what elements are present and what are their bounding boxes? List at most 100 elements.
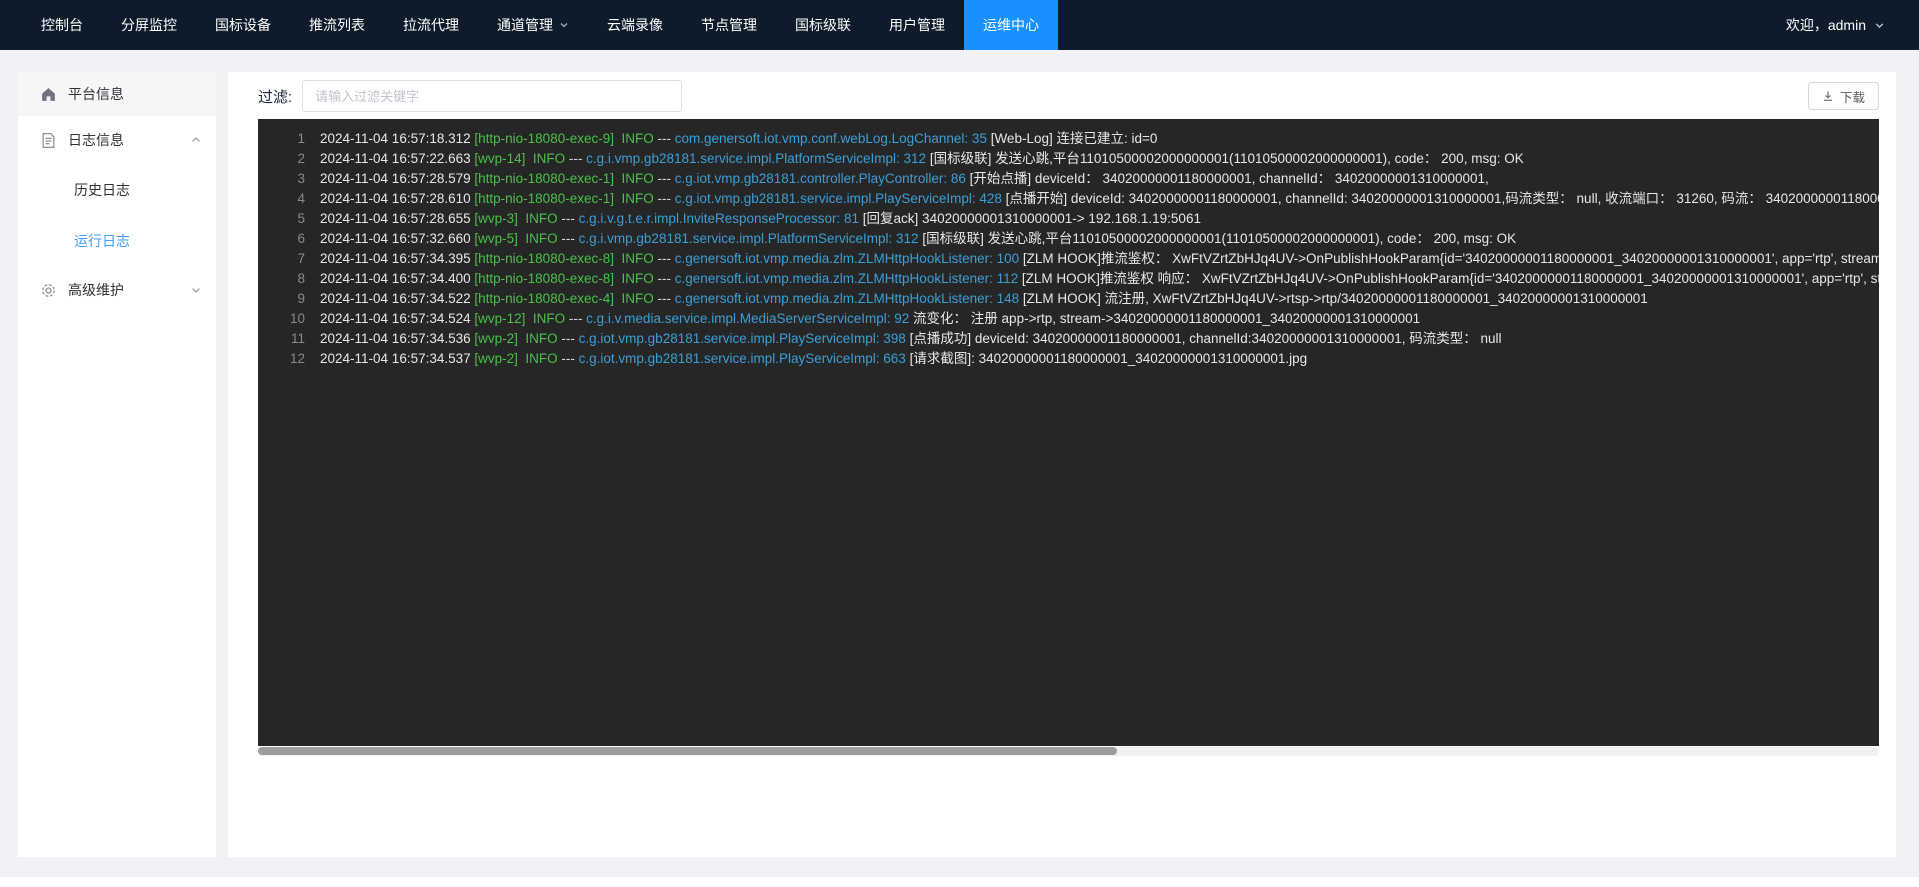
log-time: 2024-11-04 16:57:22.663 — [320, 151, 474, 166]
log-msg: [国标级联] 发送心跳,平台11010500002000000001(11010… — [922, 231, 1516, 246]
log-level: INFO — [525, 331, 561, 346]
nav-item-gb-cascade[interactable]: 国标级联 — [776, 0, 870, 50]
nav-item-split-monitor[interactable]: 分屏监控 — [102, 0, 196, 50]
chevron-down-icon — [1874, 20, 1885, 31]
log-thread: [wvp-3] — [474, 211, 525, 226]
log-logger: c.genersoft.iot.vmp.media.zlm.ZLMHttpHoo… — [675, 271, 1022, 286]
log-line: 102024-11-04 16:57:34.524 [wvp-12] INFO … — [258, 309, 1879, 329]
gear-icon — [40, 282, 57, 299]
nav-item-node-mgmt[interactable]: 节点管理 — [682, 0, 776, 50]
log-msg: [国标级联] 发送心跳,平台11010500002000000001(11010… — [930, 151, 1524, 166]
log-sep: --- — [569, 151, 586, 166]
download-icon — [1822, 90, 1834, 102]
nav-item-label: 节点管理 — [701, 15, 757, 35]
log-level: INFO — [525, 351, 561, 366]
log-level: INFO — [621, 271, 657, 286]
log-ln: 8 — [258, 269, 305, 289]
sidebar-item-history-log[interactable]: 历史日志 — [18, 164, 216, 215]
log-level: INFO — [621, 131, 657, 146]
log-thread: [http-nio-18080-exec-8] — [474, 271, 621, 286]
sidebar-item-platform-info[interactable]: 平台信息 — [18, 72, 216, 116]
log-level: INFO — [621, 191, 657, 206]
log-sep: --- — [657, 291, 674, 306]
log-logger: c.g.iot.vmp.gb28181.controller.PlayContr… — [675, 171, 970, 186]
chevron-down-icon — [559, 20, 569, 30]
sidebar-item-log-info[interactable]: 日志信息 — [18, 116, 216, 164]
document-icon — [40, 132, 57, 149]
log-line: 62024-11-04 16:57:32.660 [wvp-5] INFO --… — [258, 229, 1879, 249]
log-level: INFO — [621, 171, 657, 186]
log-msg: [点播开始] deviceId: 34020000001180000001, c… — [1006, 191, 1879, 206]
nav-item-pull-proxy[interactable]: 拉流代理 — [384, 0, 478, 50]
user-menu[interactable]: 欢迎，admin — [1786, 0, 1885, 50]
nav-item-console[interactable]: 控制台 — [22, 0, 102, 50]
horizontal-scrollbar[interactable] — [258, 747, 1879, 756]
nav-item-user-mgmt[interactable]: 用户管理 — [870, 0, 964, 50]
chevron-up-icon — [190, 134, 202, 146]
log-ln: 2 — [258, 149, 305, 169]
nav-item-label: 控制台 — [41, 15, 83, 35]
log-thread: [wvp-14] — [474, 151, 533, 166]
log-line: 32024-11-04 16:57:28.579 [http-nio-18080… — [258, 169, 1879, 189]
nav-item-gb-devices[interactable]: 国标设备 — [196, 0, 290, 50]
log-level: INFO — [621, 251, 657, 266]
nav-item-ops-center[interactable]: 运维中心 — [964, 0, 1058, 50]
log-logger: c.g.i.vmp.gb28181.service.impl.PlatformS… — [579, 231, 923, 246]
log-line: 112024-11-04 16:57:34.536 [wvp-2] INFO -… — [258, 329, 1879, 349]
log-ln: 10 — [258, 309, 305, 329]
log-console-wrap: 12024-11-04 16:57:18.312 [http-nio-18080… — [258, 119, 1879, 857]
log-logger: c.g.iot.vmp.gb28181.service.impl.PlaySer… — [579, 331, 910, 346]
sidebar-item-maintenance[interactable]: 高级维护 — [18, 266, 216, 314]
log-thread: [wvp-12] — [474, 311, 533, 326]
log-time: 2024-11-04 16:57:28.579 — [320, 171, 474, 186]
filter-input[interactable] — [302, 80, 682, 112]
log-thread: [wvp-2] — [474, 331, 525, 346]
sidebar-item-label: 日志信息 — [68, 130, 190, 150]
log-ln: 5 — [258, 209, 305, 229]
log-sep: --- — [657, 191, 674, 206]
log-msg: 流变化： 注册 app->rtp, stream->34020000001180… — [913, 311, 1420, 326]
log-thread: [http-nio-18080-exec-4] — [474, 291, 621, 306]
log-level: INFO — [621, 291, 657, 306]
nav-item-label: 用户管理 — [889, 15, 945, 35]
log-msg: [开始点播] deviceId： 34020000001180000001, c… — [970, 171, 1489, 186]
nav-item-label: 分屏监控 — [121, 15, 177, 35]
filter-label: 过滤: — [258, 86, 292, 107]
nav-item-label: 国标设备 — [215, 15, 271, 35]
log-level: INFO — [533, 311, 569, 326]
nav-item-cloud-record[interactable]: 云端录像 — [588, 0, 682, 50]
log-line: 22024-11-04 16:57:22.663 [wvp-14] INFO -… — [258, 149, 1879, 169]
log-console[interactable]: 12024-11-04 16:57:18.312 [http-nio-18080… — [258, 119, 1879, 746]
log-logger: c.genersoft.iot.vmp.media.zlm.ZLMHttpHoo… — [675, 291, 1023, 306]
log-toolbar: 过滤: 下载 — [258, 80, 1879, 112]
log-line: 122024-11-04 16:57:34.537 [wvp-2] INFO -… — [258, 349, 1879, 369]
nav-spacer — [1058, 0, 1786, 50]
nav-item-channel-mgmt[interactable]: 通道管理 — [478, 0, 588, 50]
log-logger: c.g.iot.vmp.gb28181.service.impl.PlaySer… — [579, 351, 910, 366]
log-msg: [ZLM HOOK]推流鉴权： XwFtVZrtZbHJq4UV->OnPubl… — [1023, 251, 1879, 266]
download-button[interactable]: 下载 — [1808, 82, 1879, 110]
log-time: 2024-11-04 16:57:34.395 — [320, 251, 474, 266]
log-line: 92024-11-04 16:57:34.522 [http-nio-18080… — [258, 289, 1879, 309]
log-logger: c.g.i.vmp.gb28181.service.impl.PlatformS… — [586, 151, 930, 166]
scrollbar-thumb[interactable] — [258, 747, 1117, 755]
sidebar-subitem-label: 运行日志 — [74, 231, 130, 251]
log-line: 42024-11-04 16:57:28.610 [http-nio-18080… — [258, 189, 1879, 209]
nav-item-push-list[interactable]: 推流列表 — [290, 0, 384, 50]
log-thread: [wvp-5] — [474, 231, 525, 246]
nav-item-label: 通道管理 — [497, 15, 553, 35]
log-thread: [http-nio-18080-exec-8] — [474, 251, 621, 266]
log-time: 2024-11-04 16:57:34.536 — [320, 331, 474, 346]
log-sep: --- — [561, 331, 578, 346]
download-label: 下载 — [1840, 87, 1865, 106]
log-time: 2024-11-04 16:57:34.524 — [320, 311, 474, 326]
log-time: 2024-11-04 16:57:18.312 — [320, 131, 474, 146]
chevron-down-icon — [190, 284, 202, 296]
log-ln: 9 — [258, 289, 305, 309]
log-line: 72024-11-04 16:57:34.395 [http-nio-18080… — [258, 249, 1879, 269]
log-sep: --- — [657, 131, 674, 146]
log-sep: --- — [561, 211, 578, 226]
sidebar-item-runtime-log[interactable]: 运行日志 — [18, 215, 216, 266]
log-msg: [回复ack] 34020000001310000001-> 192.168.1… — [863, 211, 1201, 226]
log-msg: [请求截图]: 34020000001180000001_34020000001… — [910, 351, 1308, 366]
